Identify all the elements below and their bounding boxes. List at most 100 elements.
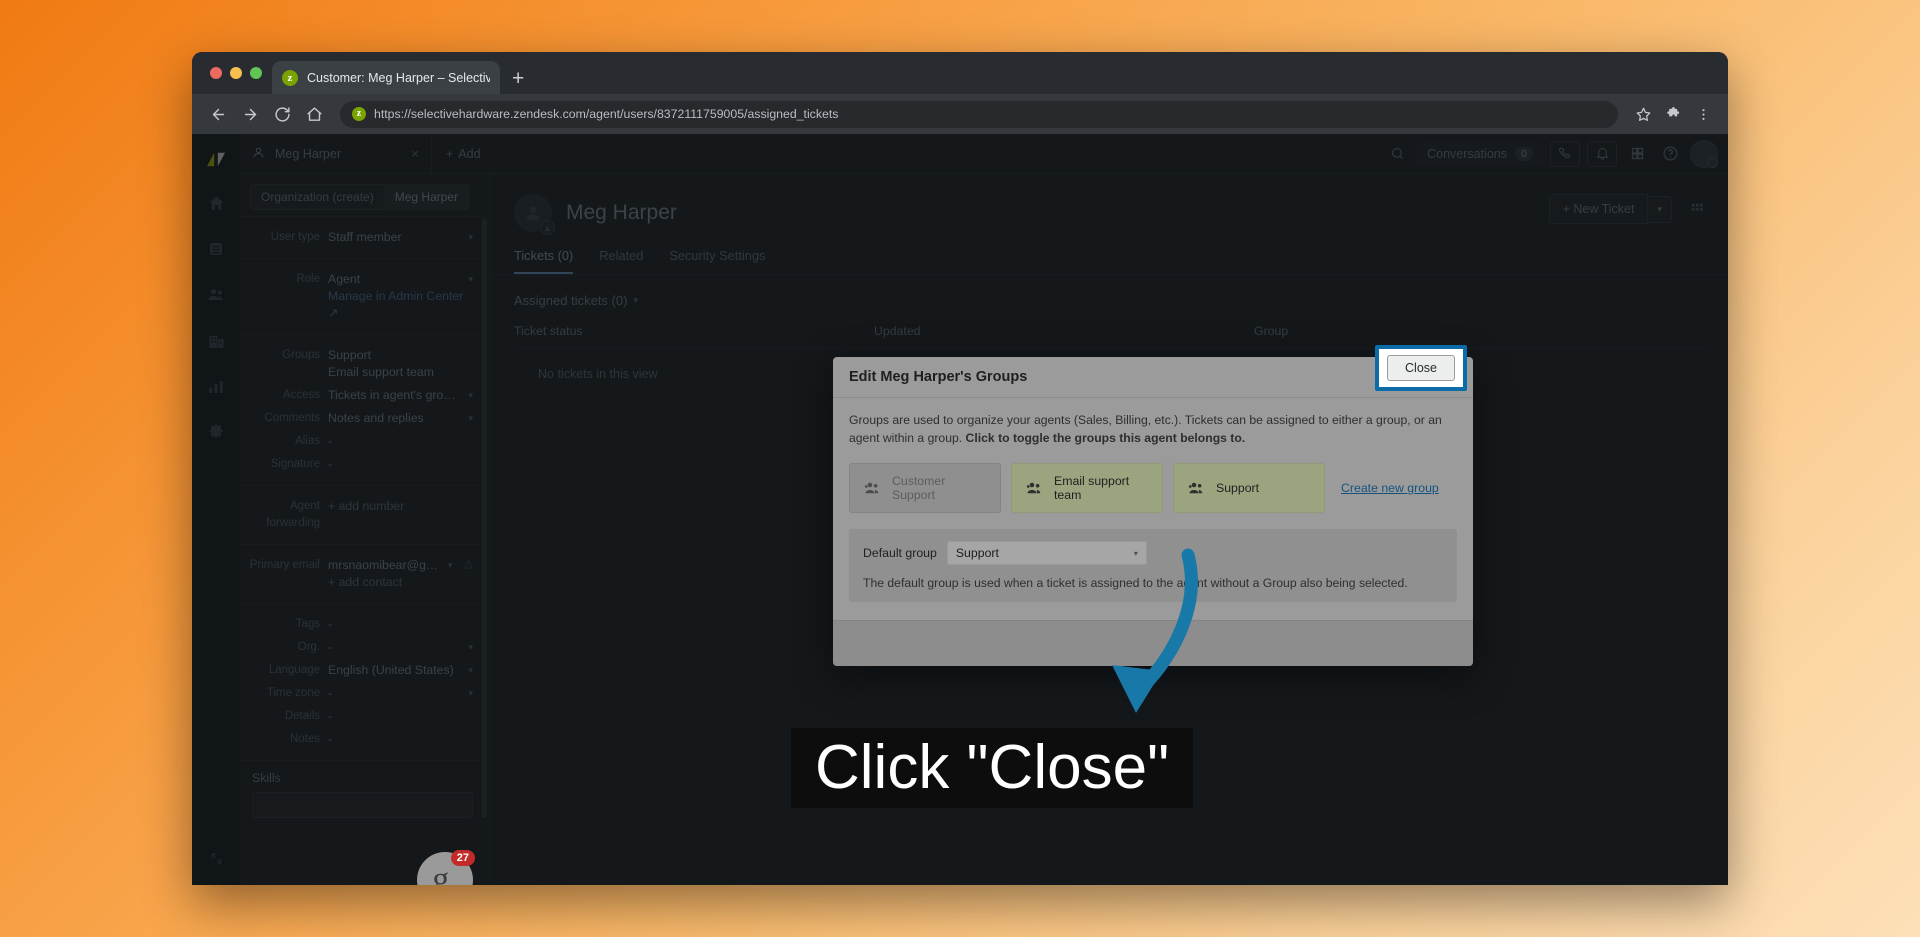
- address-bar-url: https://selectivehardware.zendesk.com/ag…: [374, 107, 839, 121]
- field-value[interactable]: -: [328, 456, 473, 473]
- panel-tab-meg-harper[interactable]: Meg Harper: [384, 184, 470, 210]
- field-value[interactable]: Tickets in agent's groups ▾: [328, 387, 473, 404]
- avatar[interactable]: [1690, 139, 1718, 168]
- default-group-select[interactable]: Support ▾: [946, 541, 1147, 566]
- skills-input[interactable]: [252, 792, 473, 818]
- tab-security-settings[interactable]: Security Settings: [669, 248, 765, 274]
- field-value[interactable]: mrsnaomibear@gmail.com ▾: [328, 557, 453, 574]
- assigned-tickets-header[interactable]: Assigned tickets (0) ▾: [490, 275, 1728, 318]
- home-icon[interactable]: [300, 100, 328, 128]
- modal-description: Groups are used to organize your agents …: [849, 412, 1457, 447]
- field-value[interactable]: Notes and replies ▾: [328, 410, 473, 427]
- field-org[interactable]: Org. - ▾: [248, 636, 473, 659]
- field-alias[interactable]: Alias -: [248, 430, 473, 453]
- field-value[interactable]: Agent ▾: [328, 271, 473, 288]
- field-groups[interactable]: Groups Support Email support team: [248, 344, 473, 384]
- field-value[interactable]: - ▾: [328, 639, 473, 656]
- star-icon[interactable]: [1630, 101, 1656, 127]
- open-tab-meg-harper[interactable]: Meg Harper ×: [240, 133, 432, 174]
- conversations-button[interactable]: Conversations 0: [1417, 141, 1543, 166]
- column-header-updated[interactable]: Updated: [874, 324, 1254, 338]
- column-header-group[interactable]: Group: [1254, 324, 1704, 338]
- field-label: Language: [268, 664, 320, 676]
- field-value[interactable]: Staff member ▾: [328, 229, 473, 246]
- new-tab-button[interactable]: +: [500, 68, 536, 89]
- sidebar-item-reporting[interactable]: [196, 365, 236, 409]
- add-number-link[interactable]: + add number: [328, 498, 404, 515]
- sidebar-item-customers[interactable]: [196, 273, 236, 317]
- panel-scrollbar[interactable]: [482, 218, 487, 818]
- field-role[interactable]: Role Agent ▾ Manage in Admin Center ↗: [248, 268, 473, 325]
- help-icon[interactable]: [1657, 141, 1683, 167]
- kebab-menu-icon[interactable]: [1690, 101, 1716, 127]
- tab-related[interactable]: Related: [599, 248, 643, 274]
- field-agent-forwarding[interactable]: Agent forwarding + add number: [248, 495, 473, 535]
- field-tags[interactable]: Tags -: [248, 613, 473, 636]
- maximize-window-button[interactable]: [250, 67, 262, 79]
- field-value[interactable]: -: [328, 731, 473, 748]
- tab-tickets[interactable]: Tickets (0): [514, 248, 574, 274]
- sidebar-item-admin[interactable]: [196, 411, 236, 455]
- chevron-down-icon[interactable]: ▾: [633, 295, 638, 306]
- field-signature[interactable]: Signature -: [248, 453, 473, 476]
- field-access[interactable]: Access Tickets in agent's groups ▾: [248, 384, 473, 407]
- group-chip-support[interactable]: Support: [1173, 463, 1325, 514]
- minimize-window-button[interactable]: [230, 67, 242, 79]
- reload-icon[interactable]: [268, 100, 296, 128]
- field-language[interactable]: Language English (United States) ▾: [248, 659, 473, 682]
- apps-grid-icon[interactable]: [1624, 141, 1650, 167]
- field-value[interactable]: - ▾: [328, 685, 473, 702]
- collapse-nav-icon[interactable]: [196, 841, 236, 885]
- close-tab-icon[interactable]: ×: [411, 146, 419, 161]
- column-header-ticket-status[interactable]: Ticket status: [514, 324, 874, 338]
- add-contact-link[interactable]: + add contact: [328, 574, 453, 591]
- new-ticket-dropdown-icon[interactable]: ▾: [1648, 195, 1672, 223]
- browser-tab[interactable]: z Customer: Meg Harper – Selectiv: [272, 61, 500, 94]
- chevron-down-icon: ▾: [468, 665, 473, 675]
- chevron-down-icon: ▾: [468, 642, 473, 652]
- field-value[interactable]: English (United States) ▾: [328, 662, 473, 679]
- field-value[interactable]: -: [328, 616, 473, 633]
- new-ticket-button[interactable]: + New Ticket: [1548, 194, 1649, 224]
- field-time-zone[interactable]: Time zone - ▾: [248, 682, 473, 705]
- field-value[interactable]: + add number: [328, 498, 473, 515]
- field-label: Comments: [264, 412, 320, 424]
- zendesk-logo-icon: [192, 141, 240, 179]
- field-notes[interactable]: Notes -: [248, 728, 473, 751]
- forward-arrow-icon[interactable]: [236, 100, 264, 128]
- field-label: Tags: [295, 618, 320, 630]
- field-comments[interactable]: Comments Notes and replies ▾: [248, 407, 473, 430]
- add-tab-button[interactable]: + Add: [432, 147, 495, 161]
- table-header-row: Ticket status Updated Group: [514, 318, 1704, 349]
- skills-section: Skills: [240, 760, 485, 828]
- sidebar-item-views[interactable]: [196, 227, 236, 271]
- group-icon: [1026, 481, 1044, 495]
- group-chip-email-support-team[interactable]: Email support team: [1011, 463, 1163, 514]
- close-window-button[interactable]: [210, 67, 222, 79]
- puzzle-icon[interactable]: [1660, 101, 1686, 127]
- field-user-type[interactable]: User type Staff member ▾: [248, 226, 473, 249]
- panel-tab-organization[interactable]: Organization (create): [250, 184, 385, 210]
- back-arrow-icon[interactable]: [204, 100, 232, 128]
- field-value[interactable]: -: [328, 708, 473, 725]
- panel-tabs: Organization (create) Meg Harper: [240, 174, 489, 216]
- search-icon[interactable]: [1384, 141, 1410, 167]
- phone-icon[interactable]: [1550, 140, 1580, 167]
- top-bar: Meg Harper × + Add Conversations 0: [240, 133, 1728, 174]
- bell-icon[interactable]: [1587, 140, 1617, 167]
- field-value[interactable]: -: [328, 433, 473, 450]
- field-label: Org.: [297, 641, 320, 653]
- group-chip-customer-support[interactable]: Customer Support: [849, 463, 1001, 514]
- sidebar-item-organizations[interactable]: [196, 319, 236, 363]
- assigned-tickets-title: Assigned tickets (0): [514, 293, 628, 308]
- create-new-group-link[interactable]: Create new group: [1341, 481, 1439, 495]
- default-group-row: Default group Support ▾: [863, 541, 1443, 566]
- close-button[interactable]: Close: [1387, 355, 1455, 381]
- field-details[interactable]: Details -: [248, 705, 473, 728]
- apps-grid-icon[interactable]: [1690, 202, 1704, 216]
- address-bar[interactable]: z https://selectivehardware.zendesk.com/…: [340, 100, 1618, 128]
- sidebar-item-home[interactable]: [196, 181, 236, 225]
- window-traffic-lights: [206, 52, 272, 94]
- manage-in-admin-center-link[interactable]: Manage in Admin Center ↗: [328, 288, 473, 322]
- field-primary-email[interactable]: Primary email mrsnaomibear@gmail.com ▾ +…: [248, 554, 473, 594]
